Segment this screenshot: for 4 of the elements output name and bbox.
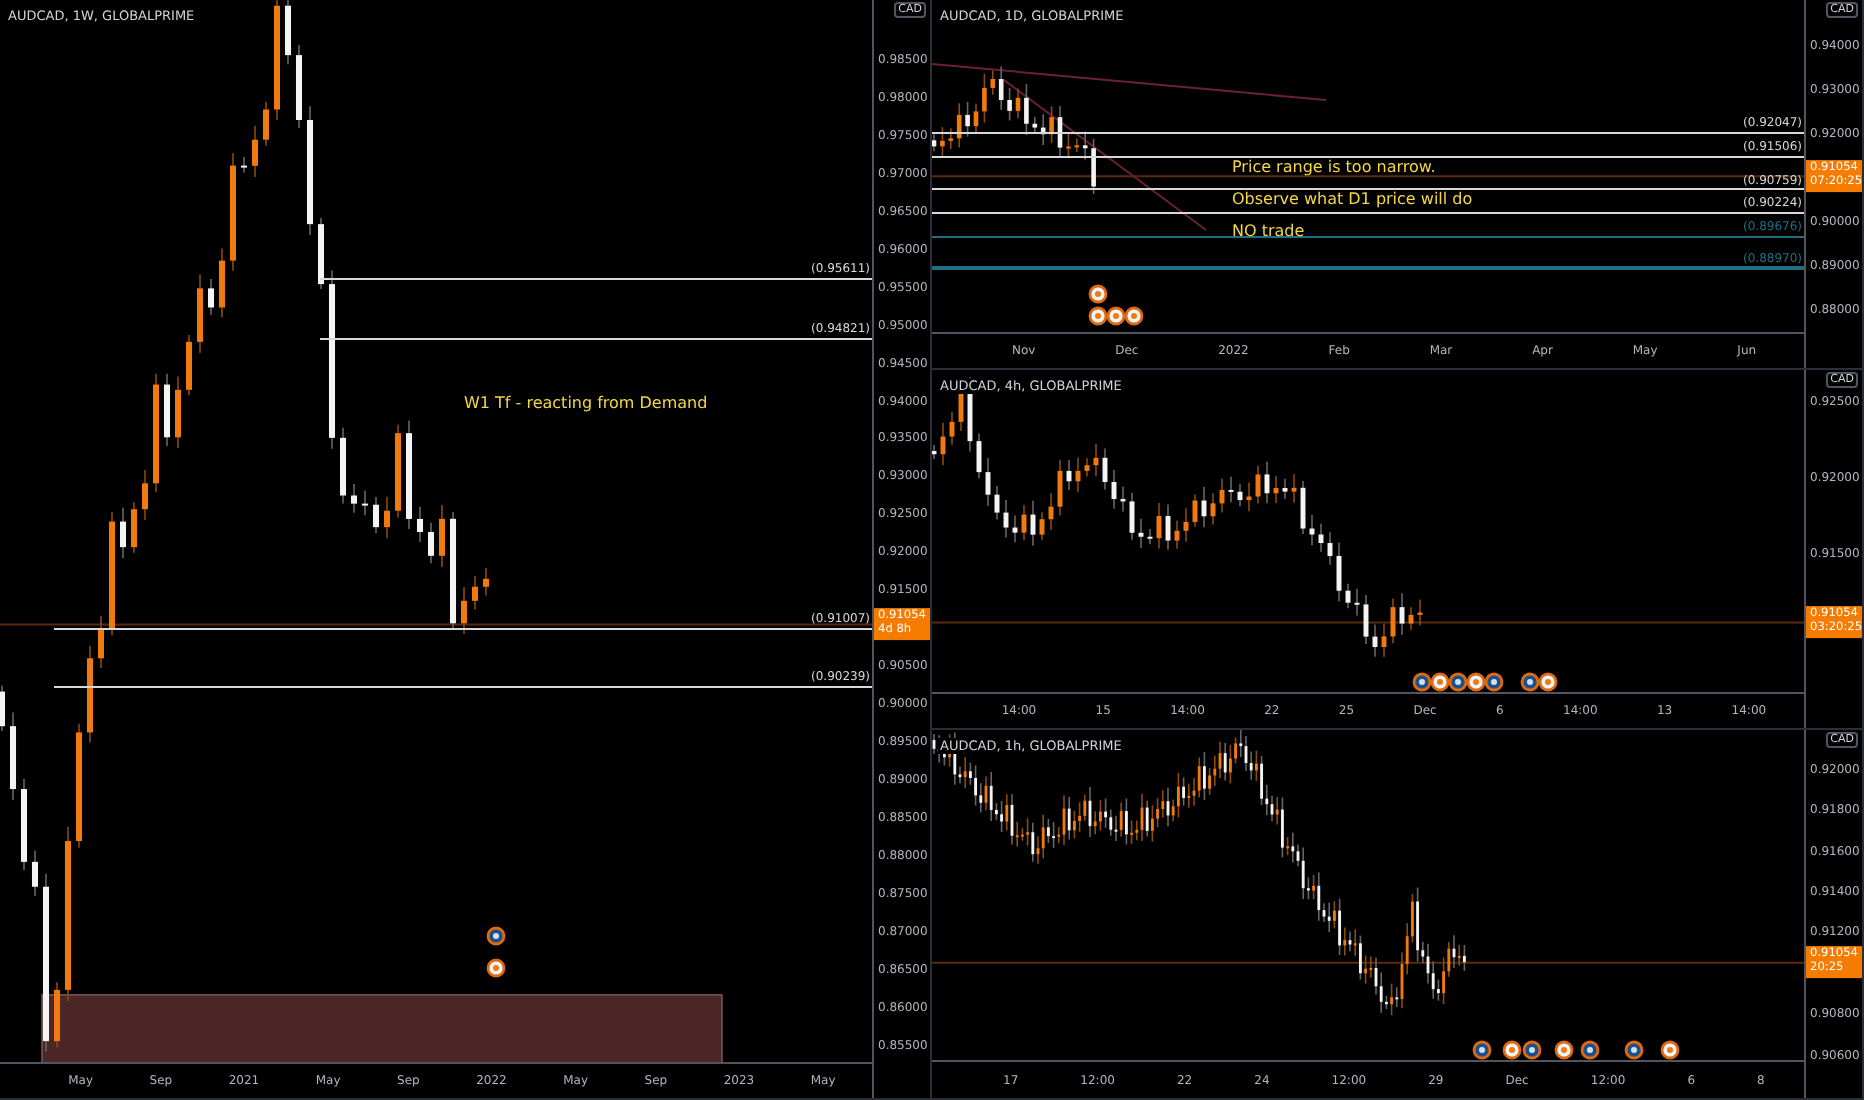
chart-note-text: Price range is too narrow. bbox=[1232, 158, 1436, 176]
chart-note-text: NO trade bbox=[1232, 222, 1305, 240]
chart-note-text: W1 Tf - reacting from Demand bbox=[464, 393, 708, 412]
chart-note-text: Observe what D1 price will do bbox=[1232, 190, 1473, 208]
